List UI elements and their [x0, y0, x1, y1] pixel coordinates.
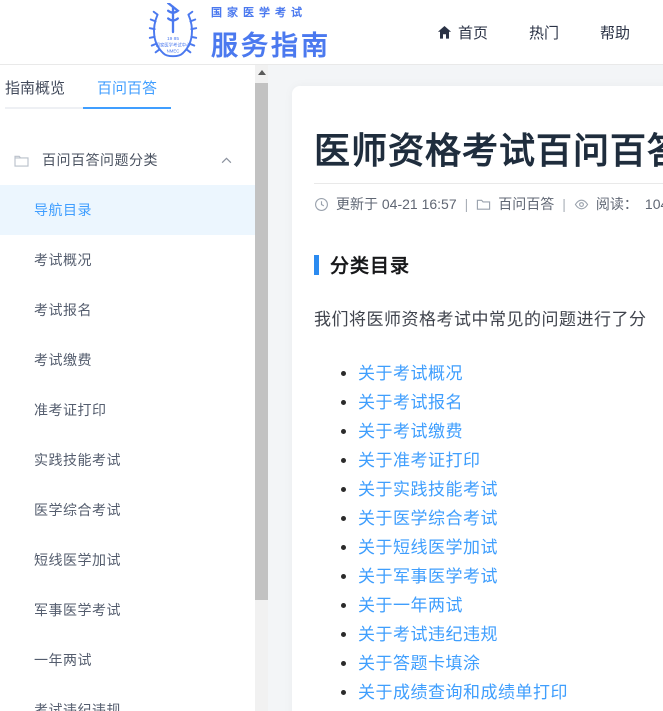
tab-guide-overview[interactable]: 指南概览 [5, 65, 65, 107]
list-item: 关于考试缴费 [341, 418, 663, 447]
list-item: 关于医学综合考试 [341, 505, 663, 534]
sidebar-item-exam-overview[interactable]: 考试概况 [0, 235, 255, 285]
logo-text: 国家医学考试 服务指南 [211, 4, 331, 63]
sidebar-item-exam-signup[interactable]: 考试报名 [0, 285, 255, 335]
sidebar-tabs: 指南概览 百问百答 [5, 65, 171, 109]
sidebar-menu: 百问百答问题分类 导航目录 考试概况 考试报名 考试缴费 准考证打印 实践技能考… [0, 135, 255, 711]
section-header: 分类目录 [314, 251, 663, 278]
link-exam-overview[interactable]: 关于考试概况 [358, 364, 463, 383]
meta-views-label: 阅读： [596, 194, 638, 214]
meta-separator: | [464, 196, 470, 212]
tab-qa[interactable]: 百问百答 [83, 65, 171, 109]
top-header: 19 85 国家医学考试中心 NMEC 国家医学考试 服务指南 首页 热门 帮助 [0, 0, 663, 65]
sidebar-item-shortline-extra[interactable]: 短线医学加试 [0, 535, 255, 585]
nav-help-label: 帮助 [600, 22, 630, 43]
list-item: 关于一年两试 [341, 592, 663, 621]
link-military-medicine[interactable]: 关于军事医学考试 [358, 567, 498, 586]
category-link-list: 关于考试概况 关于考试报名 关于考试缴费 关于准考证打印 关于实践技能考试 关于… [314, 360, 663, 711]
list-item: 关于短线医学加试 [341, 534, 663, 563]
scrollbar-thumb[interactable] [255, 83, 268, 600]
list-item: 关于考试概况 [341, 360, 663, 389]
main-area: 医师资格考试百问百答 更新于 04-21 16:57 | 百问百答 | 阅读： … [268, 65, 663, 711]
sidebar-item-violations[interactable]: 考试违纪违规 [0, 685, 255, 711]
nav-hot-label: 热门 [529, 22, 559, 43]
link-exam-payment[interactable]: 关于考试缴费 [358, 422, 463, 441]
site-logo[interactable]: 19 85 国家医学考试中心 NMEC 国家医学考试 服务指南 [144, 3, 331, 63]
sidebar-item-practical-skills[interactable]: 实践技能考试 [0, 435, 255, 485]
up-triangle-icon [258, 70, 266, 75]
menu-section-title: 百问百答问题分类 [42, 150, 221, 170]
intro-paragraph: 我们将医师资格考试中常见的问题进行了分 [314, 305, 663, 330]
section-title: 分类目录 [330, 251, 410, 278]
sidebar-item-exam-payment[interactable]: 考试缴费 [0, 335, 255, 385]
home-icon [437, 25, 452, 40]
list-item: 关于军事医学考试 [341, 563, 663, 592]
article-meta: 更新于 04-21 16:57 | 百问百答 | 阅读： 104301 [314, 194, 663, 214]
clock-icon [314, 197, 329, 212]
logo-subtitle: 国家医学考试 [211, 4, 331, 20]
sidebar-scrollbar [255, 65, 268, 711]
folder-icon [14, 154, 29, 167]
list-item: 关于考试违纪违规 [341, 621, 663, 650]
menu-section-header[interactable]: 百问百答问题分类 [0, 135, 255, 185]
list-item: 关于准考证打印 [341, 447, 663, 476]
link-exam-signup[interactable]: 关于考试报名 [358, 393, 463, 412]
section-accent-bar [314, 255, 319, 275]
list-item: 关于成绩查询和成绩单打印 [341, 679, 663, 708]
logo-title: 服务指南 [211, 24, 331, 63]
nav-item-hot[interactable]: 热门 [529, 22, 559, 43]
link-answer-sheet[interactable]: 关于答题卡填涂 [358, 654, 481, 673]
link-comprehensive-exam[interactable]: 关于医学综合考试 [358, 509, 498, 528]
link-two-tests[interactable]: 关于一年两试 [358, 596, 463, 615]
sidebar-item-admission-print[interactable]: 准考证打印 [0, 385, 255, 435]
link-shortline-extra[interactable]: 关于短线医学加试 [358, 538, 498, 557]
page-title: 医师资格考试百问百答 [314, 128, 663, 174]
link-violations[interactable]: 关于考试违纪违规 [358, 625, 498, 644]
nav-home-label: 首页 [458, 22, 488, 43]
link-admission-print[interactable]: 关于准考证打印 [358, 451, 481, 470]
top-nav: 首页 热门 帮助 [437, 0, 663, 64]
meta-views-count: 104301 [645, 196, 663, 212]
eye-icon [574, 197, 589, 212]
nmec-emblem-icon: 19 85 国家医学考试中心 NMEC [144, 3, 202, 63]
sidebar-item-two-tests[interactable]: 一年两试 [0, 635, 255, 685]
sidebar-item-comprehensive-exam[interactable]: 医学综合考试 [0, 485, 255, 535]
title-divider [314, 183, 663, 184]
sidebar-item-military-medicine[interactable]: 军事医学考试 [0, 585, 255, 635]
scrollbar-up-arrow[interactable] [255, 65, 268, 80]
nav-item-home[interactable]: 首页 [437, 22, 488, 43]
svg-text:19 85: 19 85 [167, 36, 179, 42]
nav-item-help[interactable]: 帮助 [600, 22, 630, 43]
chevron-up-icon [221, 157, 232, 164]
link-practical-skills[interactable]: 关于实践技能考试 [358, 480, 498, 499]
article-card: 医师资格考试百问百答 更新于 04-21 16:57 | 百问百答 | 阅读： … [292, 86, 663, 711]
sidebar-item-nav-catalog[interactable]: 导航目录 [0, 185, 255, 235]
category-folder-icon [476, 197, 491, 212]
link-score-query[interactable]: 关于成绩查询和成绩单打印 [358, 683, 568, 702]
list-item: 关于实践技能考试 [341, 476, 663, 505]
svg-text:NMEC: NMEC [167, 48, 180, 53]
left-sidebar: 指南概览 百问百答 百问百答问题分类 导航目录 考试概况 考试报名 考试缴费 准… [0, 65, 255, 711]
meta-separator: | [561, 196, 567, 212]
meta-category: 百问百答 [498, 194, 554, 214]
list-item: 关于考试报名 [341, 389, 663, 418]
list-item: 关于答题卡填涂 [341, 650, 663, 679]
meta-updated: 更新于 04-21 16:57 [336, 194, 457, 214]
